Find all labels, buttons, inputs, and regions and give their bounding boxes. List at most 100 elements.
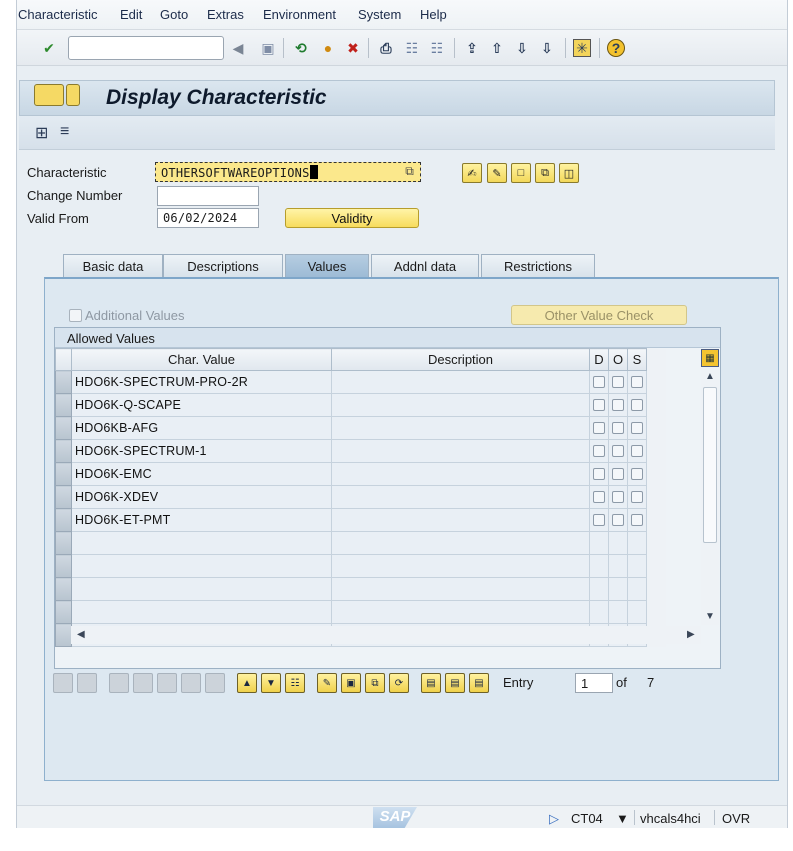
col-s[interactable]: S [627,348,647,371]
char-value-cell[interactable]: HDO6K-SPECTRUM-PRO-2R [71,370,332,394]
row-selector[interactable] [55,485,72,509]
flag-s-checkbox[interactable] [631,491,643,503]
status-expand-icon[interactable]: ▷ [549,811,559,827]
scroll-down-icon[interactable]: ▼ [705,611,715,622]
details-icon[interactable]: ✎ [317,673,337,693]
menu-edit[interactable]: Edit [120,7,142,22]
flag-d-checkbox[interactable] [593,491,605,503]
menu-goto[interactable]: Goto [160,7,188,22]
table-row[interactable] [55,554,666,578]
char-value-cell[interactable]: HDO6K-EMC [71,462,332,486]
char-value-cell[interactable]: HDO6K-ET-PMT [71,508,332,532]
table-row[interactable]: HDO6K-ET-PMT [55,508,666,532]
prev-page-icon[interactable]: ⇧ [488,39,506,57]
find-in-grid-icon[interactable]: ☷ [285,673,305,693]
change-number-field[interactable] [157,186,259,206]
scroll-up-icon[interactable]: ▲ [705,371,715,382]
document-icon[interactable]: ▣ [341,673,361,693]
menu-environment[interactable]: Environment [263,7,336,22]
flag-o-checkbox[interactable] [612,445,624,457]
vertical-scrollbar[interactable]: ▲ ▼ [701,370,719,625]
flag-s-checkbox[interactable] [631,468,643,480]
save-icon[interactable]: ▣ [259,39,277,57]
flag-s-checkbox[interactable] [631,445,643,457]
flag-d-checkbox[interactable] [593,445,605,457]
other-value-check-button[interactable]: Other Value Check [511,305,687,325]
menu-dropdown-button[interactable] [66,84,80,106]
menu-characteristic[interactable]: Characteristic [18,7,97,22]
cancel-icon[interactable]: ✖ [344,39,362,57]
value-help-icon[interactable]: ⧉ [405,164,414,179]
row-selector[interactable] [55,577,72,601]
paste-row-icon[interactable] [205,673,225,693]
row-selector[interactable] [55,554,72,578]
overview-icon[interactable]: ≡ [60,123,69,141]
hierarchy-icon[interactable]: ▤ [421,673,441,693]
delete-row-icon[interactable] [133,673,153,693]
char-value-cell[interactable]: HDO6K-SPECTRUM-1 [71,439,332,463]
enter-icon[interactable]: ✔ [40,39,58,57]
flag-o-checkbox[interactable] [612,468,624,480]
flag-o-checkbox[interactable] [612,399,624,411]
flag-o-checkbox[interactable] [612,514,624,526]
flag-o-checkbox[interactable] [612,376,624,388]
row-selector[interactable] [55,416,72,440]
flag-d-checkbox[interactable] [593,468,605,480]
tab-restrictions[interactable]: Restrictions [481,254,595,278]
edit-button[interactable]: ✎ [487,163,507,183]
hierarchy-collapse-icon[interactable]: ▤ [469,673,489,693]
where-used-button[interactable]: ✍ [462,163,482,183]
next-page-icon[interactable]: ⇩ [513,39,531,57]
col-char-value[interactable]: Char. Value [71,348,332,371]
select-all-header[interactable] [55,348,72,371]
description-cell[interactable] [331,370,590,394]
char-value-cell[interactable]: HDO6KB-AFG [71,416,332,440]
menu-system[interactable]: System [358,7,401,22]
tab-descriptions[interactable]: Descriptions [163,254,283,278]
table-row[interactable]: HDO6K-SPECTRUM-1 [55,439,666,463]
create-button[interactable]: □ [511,163,531,183]
description-cell[interactable] [331,393,590,417]
char-value-cell[interactable]: HDO6K-Q-SCAPE [71,393,332,417]
cut-row-icon[interactable] [181,673,201,693]
hierarchy-expand-icon[interactable]: ▤ [445,673,465,693]
table-row[interactable]: HDO6K-XDEV [55,485,666,509]
tab-addnl-data[interactable]: Addnl data [371,254,479,278]
find-next-icon[interactable]: ☷ [428,39,446,57]
flag-d-checkbox[interactable] [593,422,605,434]
row-selector[interactable] [55,600,72,624]
other-characteristic-icon[interactable]: ⊞ [35,123,48,143]
last-page-icon[interactable]: ⇩ [538,39,556,57]
row-selector[interactable] [55,462,72,486]
col-o[interactable]: O [608,348,628,371]
col-description[interactable]: Description [331,348,590,371]
exit-icon[interactable]: ● [319,39,337,57]
scroll-left-icon[interactable]: ◀ [77,629,85,640]
insert-row-icon[interactable] [109,673,129,693]
validity-button[interactable]: Validity [285,208,419,228]
copy-row-icon[interactable] [157,673,177,693]
command-field[interactable] [68,36,224,60]
row-selector[interactable] [55,439,72,463]
scroll-thumb[interactable] [703,387,717,543]
row-selector[interactable] [55,370,72,394]
description-cell[interactable] [331,508,590,532]
tab-basic-data[interactable]: Basic data [63,254,163,278]
valid-from-field[interactable]: 06/02/2024 [157,208,259,228]
flag-d-checkbox[interactable] [593,514,605,526]
select-all-icon[interactable] [53,673,73,693]
find-icon[interactable]: ☷ [403,39,421,57]
column-settings-icon[interactable]: ▦ [701,349,719,367]
description-cell[interactable] [331,462,590,486]
table-row[interactable]: HDO6K-Q-SCAPE [55,393,666,417]
description-cell[interactable] [331,416,590,440]
row-selector[interactable] [55,508,72,532]
additional-values-checkbox[interactable] [69,309,82,322]
transaction-dropdown-icon[interactable]: ▼ [616,811,629,826]
table-row[interactable]: HDO6KB-AFG [55,416,666,440]
horizontal-scrollbar[interactable]: ◀ ▶ [71,626,701,644]
flag-o-checkbox[interactable] [612,422,624,434]
copy-button[interactable]: ⧉ [535,163,555,183]
entry-field[interactable]: 1 [575,673,613,693]
print-icon[interactable]: ⎙ [377,39,395,57]
